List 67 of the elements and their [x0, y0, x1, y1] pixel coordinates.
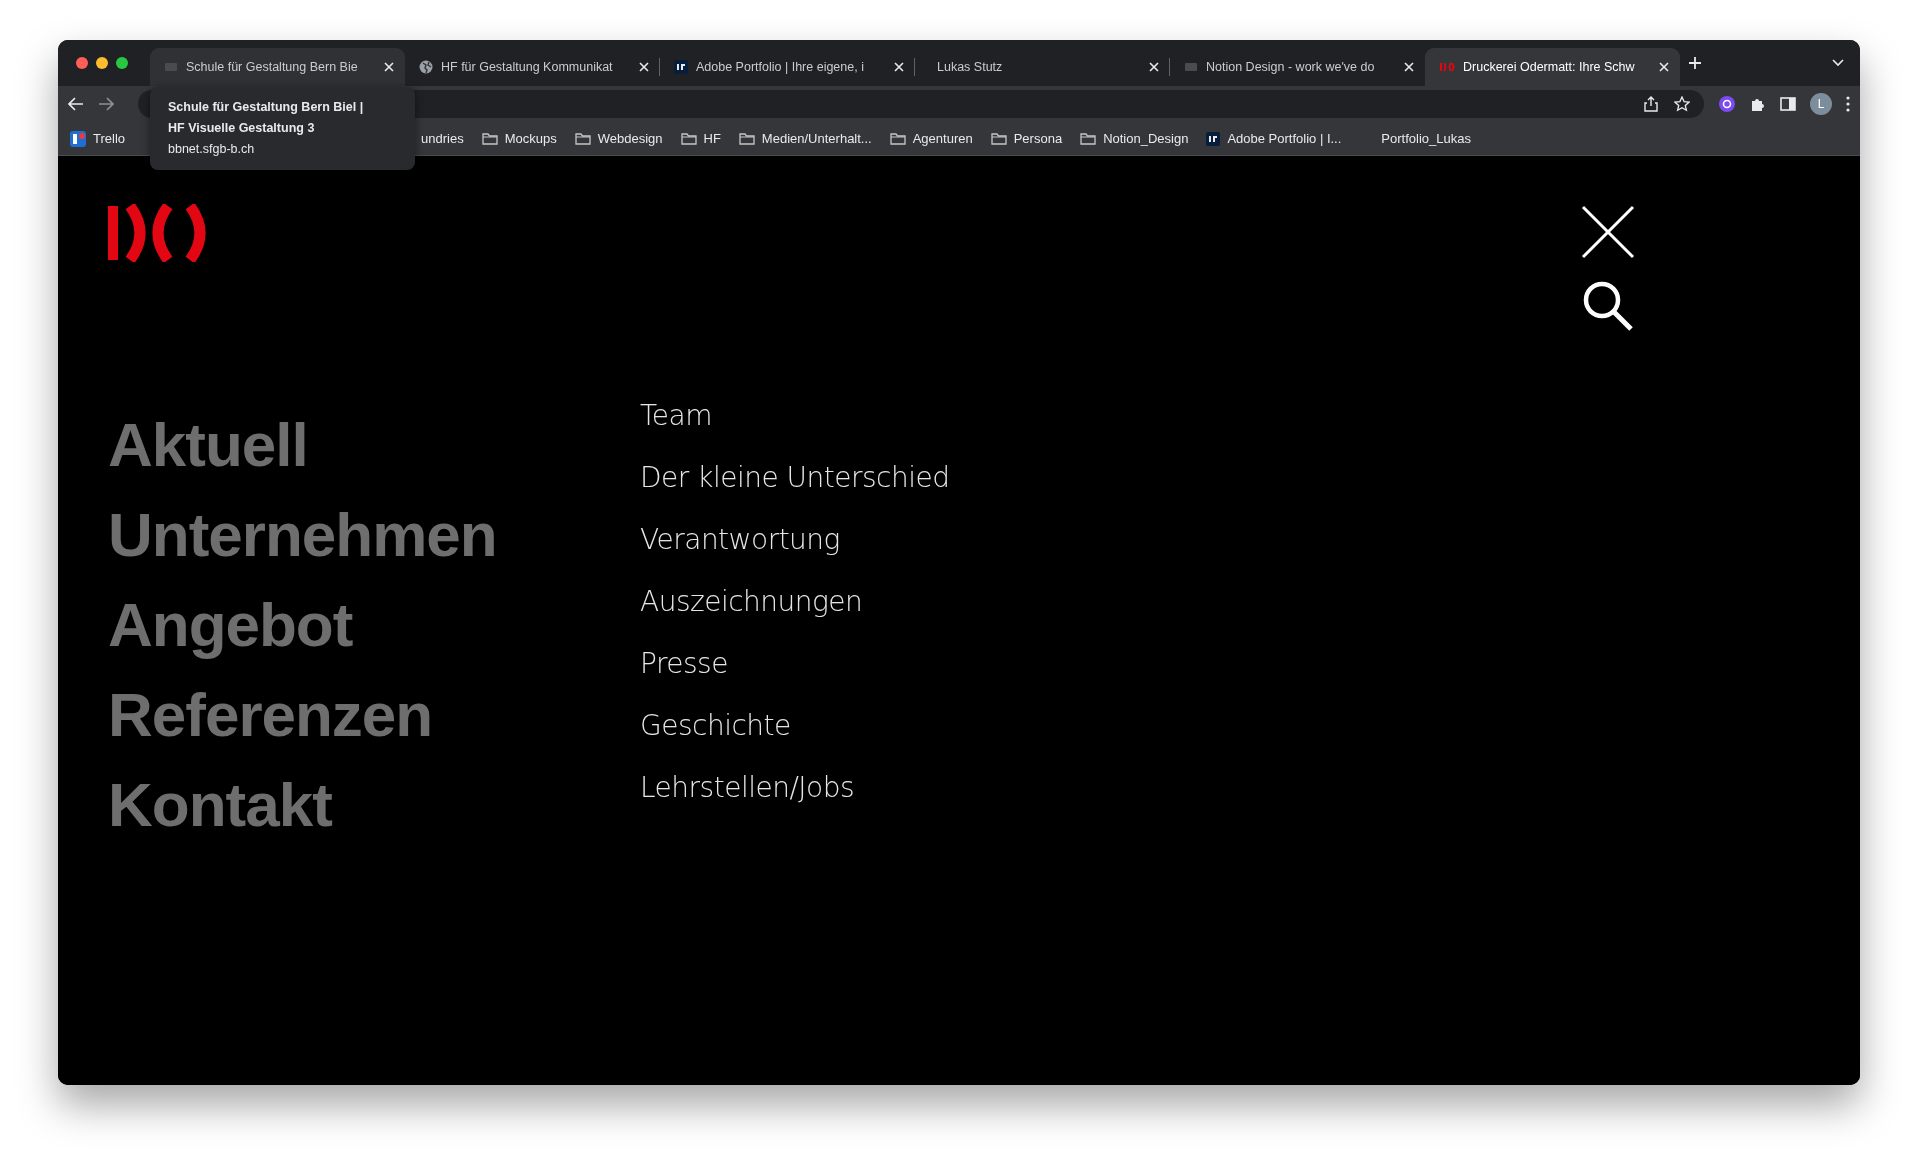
submenu-link[interactable]: Team	[640, 394, 950, 438]
bookmark[interactable]: Portfolio_Lukas	[1381, 128, 1471, 149]
nav-link[interactable]: Referenzen	[108, 680, 640, 750]
more-menu-icon[interactable]	[1846, 96, 1850, 112]
nav-link[interactable]: Angebot	[108, 590, 640, 660]
submenu-link[interactable]: Lehrstellen/Jobs	[640, 766, 950, 810]
forward-icon[interactable]	[98, 97, 114, 111]
page-icon	[1184, 60, 1198, 74]
tooltip-title: Schule für Gestaltung Bern Biel |	[168, 99, 365, 116]
nav-link[interactable]: Aktuell	[108, 410, 640, 480]
submenu-link[interactable]: Verantwortung	[640, 518, 950, 562]
portfolio-icon	[1206, 131, 1221, 146]
portfolio-icon	[674, 60, 688, 74]
browser-tab[interactable]: Notion Design - work we've do	[1170, 48, 1425, 86]
folder-icon	[889, 132, 906, 145]
submenu-link[interactable]: Presse	[640, 642, 950, 686]
close-tab-icon[interactable]	[1148, 61, 1160, 73]
nav-link[interactable]: Kontakt	[108, 770, 640, 840]
bookmark[interactable]: Trello	[70, 128, 126, 149]
tooltip-title: HF Visuelle Gestaltung 3	[168, 120, 316, 137]
window-zoom-button[interactable]	[116, 57, 128, 69]
browser-tab[interactable]: HF für Gestaltung Kommunikat	[405, 48, 660, 86]
window-close-button[interactable]	[76, 57, 88, 69]
globe-icon	[419, 60, 433, 74]
window-minimize-button[interactable]	[96, 57, 108, 69]
folder-icon	[680, 132, 697, 145]
logo-icon	[1439, 60, 1455, 74]
bookmark[interactable]: Agenturen	[889, 128, 973, 149]
close-tab-icon[interactable]	[1658, 61, 1670, 73]
bookmark[interactable]: HF	[680, 128, 721, 149]
puzzle-icon[interactable]	[1750, 96, 1766, 112]
share-icon[interactable]	[1644, 96, 1658, 112]
bookmark[interactable]: Mockups	[481, 128, 557, 149]
trello-icon	[70, 130, 86, 147]
submenu-link[interactable]: Der kleine Unterschied	[640, 456, 950, 500]
submenu-link[interactable]: Geschichte	[640, 704, 950, 748]
close-tab-icon[interactable]	[383, 61, 395, 73]
browser-tab[interactable]: Schule für Gestaltung Bern Bie	[150, 48, 405, 86]
bookmark[interactable]: undries	[421, 128, 464, 149]
chevron-down-icon[interactable]	[1832, 59, 1844, 67]
folder-icon	[1080, 132, 1097, 145]
close-tab-icon[interactable]	[638, 61, 650, 73]
side-panel-icon[interactable]	[1780, 97, 1796, 111]
bookmark[interactable]: Notion_Design	[1080, 128, 1189, 149]
folder-icon	[574, 132, 591, 145]
submenu-link[interactable]: Auszeichnungen	[640, 580, 950, 624]
close-icon[interactable]	[1580, 204, 1636, 260]
bookmark[interactable]: Webdesign	[574, 128, 663, 149]
tooltip-url: bbnet.sfgb-b.ch	[168, 141, 256, 158]
extension-icon[interactable]	[1718, 95, 1736, 113]
page-icon	[164, 60, 178, 74]
nav-link[interactable]: Unternehmen	[108, 500, 640, 570]
browser-tab[interactable]: Lukas Stutz	[915, 48, 1170, 86]
browser-tab[interactable]: Adobe Portfolio | Ihre eigene, i	[660, 48, 915, 86]
folder-icon	[738, 132, 755, 145]
bookmark[interactable]: Adobe Portfolio | I...	[1206, 128, 1342, 149]
new-tab-icon[interactable]	[1688, 56, 1702, 70]
search-icon[interactable]	[1582, 280, 1634, 332]
close-tab-icon[interactable]	[893, 61, 905, 73]
folder-icon	[481, 132, 498, 145]
bookmark[interactable]: Persona	[990, 128, 1063, 149]
back-icon[interactable]	[68, 97, 84, 111]
browser-tab[interactable]: Druckerei Odermatt: Ihre Schw	[1425, 48, 1680, 86]
folder-icon	[990, 132, 1007, 145]
bookmark[interactable]: Medien/Unterhalt...	[738, 128, 872, 149]
close-tab-icon[interactable]	[1403, 61, 1415, 73]
bookmark-star-icon[interactable]	[1674, 96, 1690, 112]
